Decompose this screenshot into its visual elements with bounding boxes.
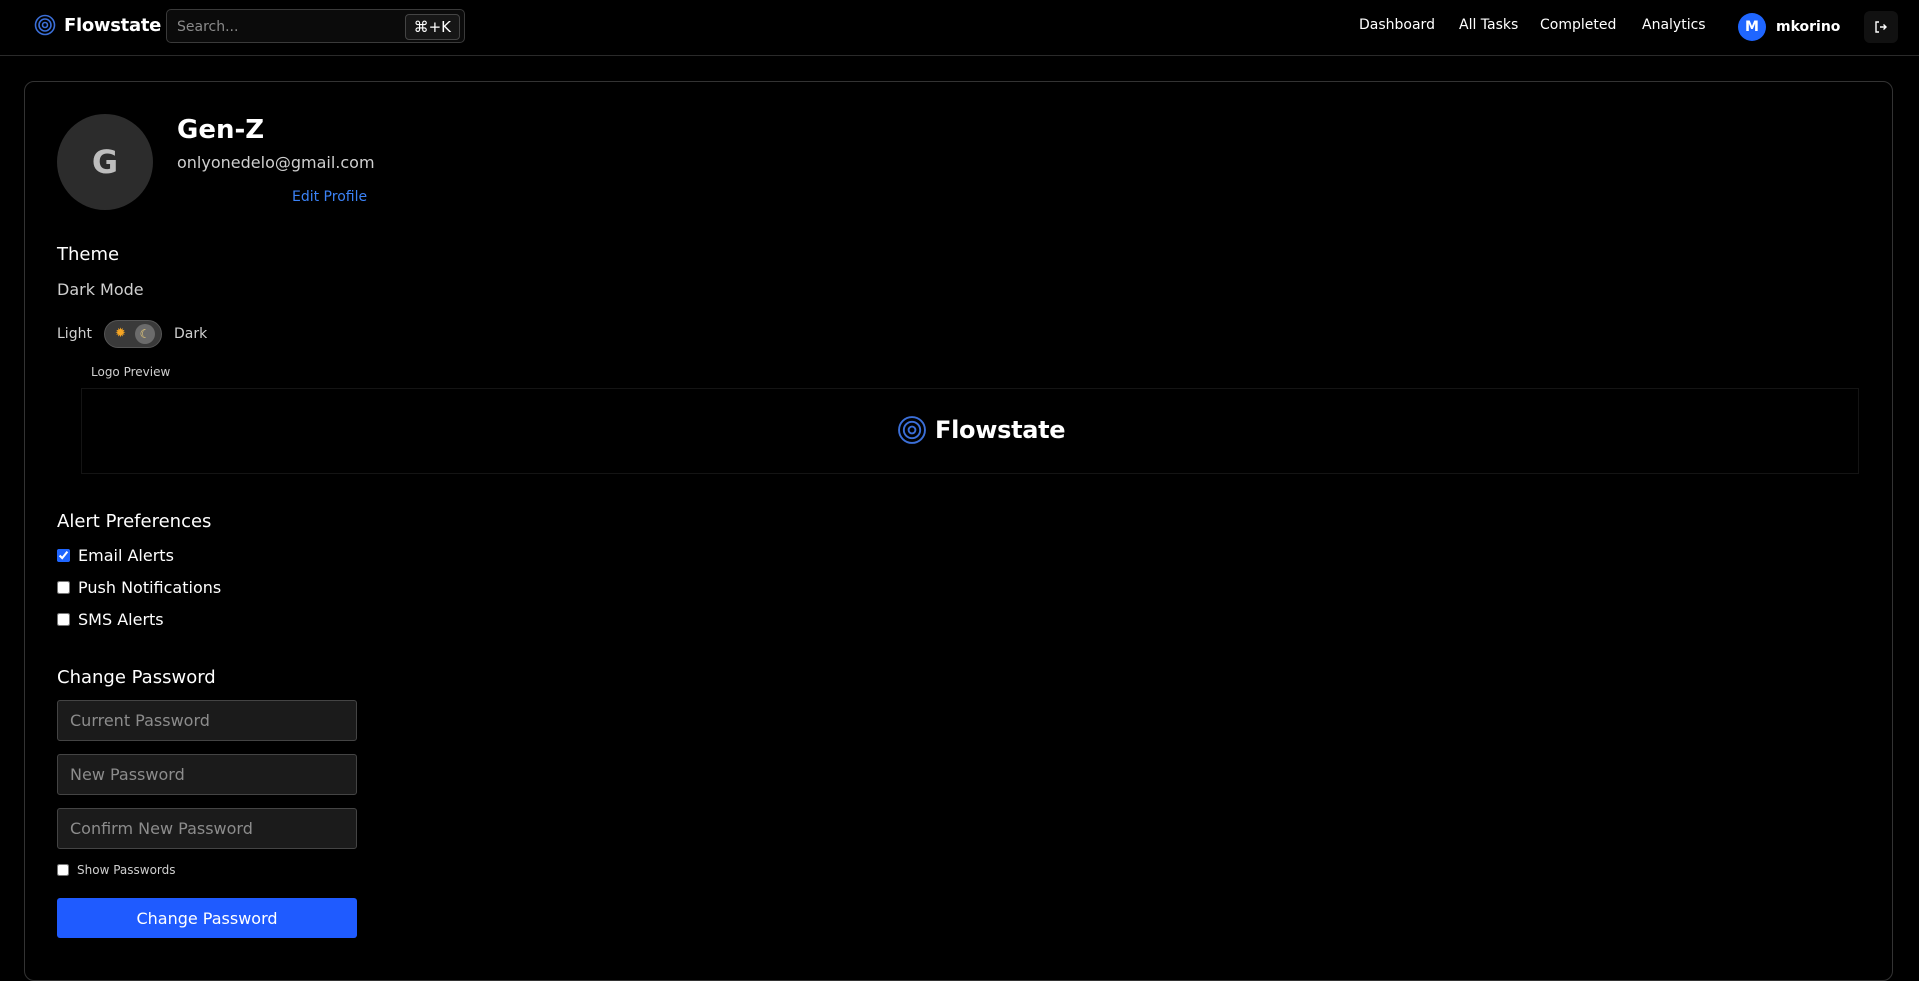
edit-profile-link[interactable]: Edit Profile <box>292 189 367 205</box>
search-shortcut-badge: ⌘+K <box>404 14 460 40</box>
profile-avatar: G <box>57 114 153 210</box>
dark-label: Dark <box>173 326 208 342</box>
logout-button[interactable] <box>1864 11 1898 43</box>
new-password-input[interactable] <box>57 754 357 795</box>
email-alerts-label: Email Alerts <box>78 546 174 565</box>
push-notifications-checkbox[interactable] <box>57 581 70 594</box>
current-password-input[interactable] <box>57 700 357 741</box>
change-password-heading: Change Password <box>57 667 216 688</box>
logo-preview-text: Flowstate <box>935 416 1066 444</box>
email-alerts-checkbox[interactable] <box>57 549 70 562</box>
search-box[interactable]: ⌘+K <box>166 9 465 43</box>
light-label: Light <box>57 326 92 342</box>
show-passwords-checkbox[interactable] <box>57 864 69 876</box>
logo-preview-label: Logo Preview <box>91 365 171 379</box>
sms-alerts-checkbox[interactable] <box>57 613 70 626</box>
theme-mode-label: Dark Mode <box>57 280 144 299</box>
theme-toggle-row: Light ✹ ☾ Dark <box>57 320 207 348</box>
theme-toggle-switch[interactable]: ✹ ☾ <box>103 320 162 348</box>
sun-icon: ✹ <box>114 326 126 341</box>
profile-email: onlyonedelo@gmail.com <box>177 153 375 172</box>
logo-preview: Flowstate <box>897 415 1066 445</box>
logo-preview-box: Flowstate <box>81 388 1859 474</box>
show-passwords-option[interactable]: Show Passwords <box>57 863 176 877</box>
brand-logo[interactable]: Flowstate <box>34 14 161 36</box>
push-notifications-option[interactable]: Push Notifications <box>57 578 221 597</box>
user-menu[interactable]: M mkorino <box>1738 13 1840 41</box>
flowstate-logo-icon <box>898 416 926 444</box>
show-passwords-label: Show Passwords <box>77 863 176 877</box>
top-navigation-bar: Flowstate ⌘+K Dashboard All Tasks Comple… <box>0 0 1919 56</box>
user-avatar: M <box>1738 13 1766 41</box>
push-notifications-label: Push Notifications <box>78 578 222 597</box>
search-input[interactable] <box>175 16 399 38</box>
nav-all-tasks[interactable]: All Tasks <box>1459 17 1518 33</box>
theme-heading: Theme <box>57 244 120 265</box>
brand-name: Flowstate <box>64 14 162 36</box>
nav-dashboard[interactable]: Dashboard <box>1359 17 1435 33</box>
logout-icon <box>1875 21 1887 33</box>
moon-icon: ☾ <box>134 324 155 344</box>
user-name: mkorino <box>1776 19 1841 35</box>
nav-analytics[interactable]: Analytics <box>1642 17 1706 33</box>
alert-preferences-heading: Alert Preferences <box>57 511 212 532</box>
confirm-password-input[interactable] <box>57 808 357 849</box>
nav-completed[interactable]: Completed <box>1540 17 1616 33</box>
email-alerts-option[interactable]: Email Alerts <box>57 546 174 565</box>
change-password-button[interactable]: Change Password <box>57 898 357 938</box>
flowstate-logo-icon <box>34 14 56 36</box>
profile-name: Gen-Z <box>177 115 265 145</box>
sms-alerts-label: SMS Alerts <box>78 610 164 629</box>
sms-alerts-option[interactable]: SMS Alerts <box>57 610 164 629</box>
